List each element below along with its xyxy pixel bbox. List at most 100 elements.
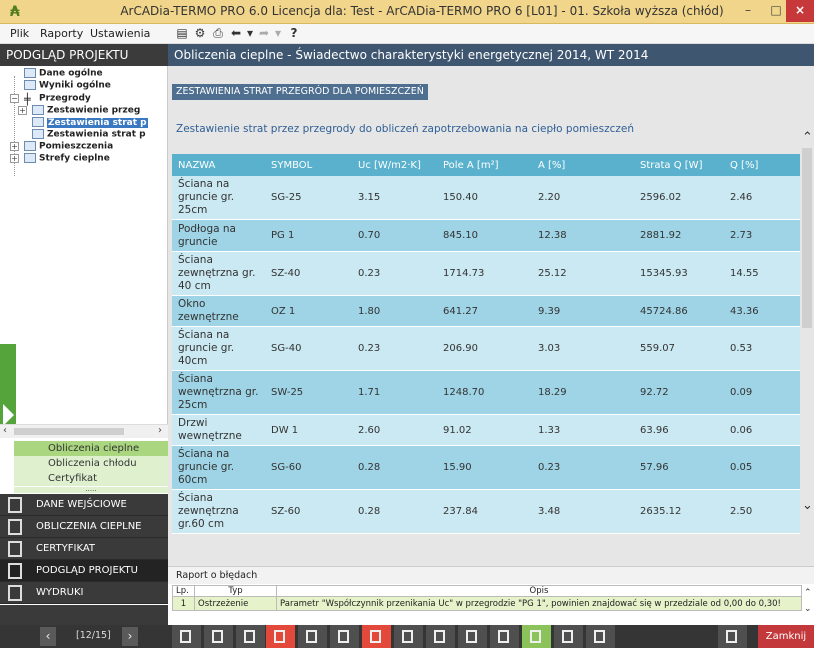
table-row[interactable]: Ściana na gruncie gr. 60cm SG-60 0.28 15.90… <box>172 445 800 490</box>
section-tag: ZESTAWIENIA STRAT PRZEGRÓD DLA POMIESZCZ… <box>172 84 428 100</box>
tree-item-dane-ogolne[interactable]: Dane ogólne <box>24 68 103 80</box>
error-row[interactable]: 1 Ostrzeżenie Parametr "Współczynnik prz… <box>172 596 802 611</box>
cell-q-percent: 43.36 <box>724 295 800 327</box>
table-row[interactable]: Ściana zewnętrzna gr.60 cm SZ-60 0.28 237.8… <box>172 489 800 534</box>
bottom-print-button[interactable] <box>718 625 747 648</box>
cell-pole: 150.40 <box>437 176 532 220</box>
col-header-uc[interactable]: Uc [W/m2·K] <box>352 154 437 176</box>
save-icon[interactable]: ▤ <box>174 26 190 40</box>
cell-nazwa: Drzwi wewnętrzne <box>172 414 265 446</box>
menu-ustawienia[interactable]: Ustawienia <box>90 27 150 40</box>
cell-pole: 91.02 <box>437 414 532 446</box>
expand-icon[interactable]: + <box>18 106 27 115</box>
scroll-right-icon[interactable]: › <box>158 425 162 436</box>
preview-doc-icon <box>562 630 573 643</box>
bottom-input-doc-button-3[interactable] <box>236 625 265 648</box>
table-row[interactable]: Drzwi wewnętrzne DW 1 2.60 91.02 1.33 63.96 0.… <box>172 414 800 446</box>
menu-plik[interactable]: Plik <box>10 27 29 40</box>
settings-icon[interactable]: ⚙ <box>192 26 208 40</box>
cell-nazwa: Ściana na gruncie gr. 25cm <box>172 176 265 220</box>
tree-item-zestawienie-przegrod[interactable]: Zestawienie przeg <box>32 105 140 117</box>
collapse-icon[interactable]: − <box>10 94 19 103</box>
input-doc-icon <box>8 497 22 513</box>
bottom-input-doc-button[interactable] <box>172 625 201 648</box>
tree-item-przegrody[interactable]: ╪ Przegrody <box>24 93 91 106</box>
err-col-lp: Lp. <box>172 585 195 597</box>
cell-a-percent: 25.12 <box>532 251 634 296</box>
menu-bar: Plik Raporty Ustawienia ▤ ⚙ ⎙ ⬅ ▾ ➦ ▾ ? <box>0 24 814 44</box>
subnav-certyfikat[interactable]: Certyfikat <box>14 471 168 486</box>
bottom-cert-button-3[interactable] <box>458 625 487 648</box>
expand-panel-tab[interactable] <box>0 344 16 436</box>
nav-certyfikat[interactable]: CERTYFIKAT <box>0 538 168 560</box>
losses-table: NAZWA SYMBOL Uc [W/m2·K] Pole A [m²] A [… <box>172 154 800 534</box>
bottom-cert-button[interactable] <box>394 625 423 648</box>
tree-item-strefy-cieplne[interactable]: Strefy cieplne <box>24 153 110 165</box>
table-row[interactable]: Okno zewnętrzne OZ 1 1.80 641.27 9.39 45724.8… <box>172 295 800 327</box>
cell-strata: 92.72 <box>634 370 724 415</box>
col-header-a-percent[interactable]: A [%] <box>532 154 634 176</box>
bottom-calc-button-2[interactable] <box>298 625 327 648</box>
error-scroll-up-icon[interactable]: ⌃ <box>804 588 812 598</box>
printer-icon <box>726 630 737 643</box>
tree-item-pomieszczenia[interactable]: Pomieszczenia <box>24 141 113 153</box>
tree-item-zestawienia-strat-1[interactable]: Zestawienia strat p <box>32 117 148 129</box>
close-window-button[interactable]: × <box>786 0 814 22</box>
bottom-preview-button-3[interactable] <box>586 625 615 648</box>
table-row[interactable]: Ściana na gruncie gr. 40cm SG-40 0.23 206.9… <box>172 326 800 371</box>
menu-raporty[interactable]: Raporty <box>40 27 83 40</box>
cell-nazwa: Ściana na gruncie gr. 40cm <box>172 326 265 371</box>
cell-q-percent: 14.55 <box>724 251 800 296</box>
help-icon[interactable]: ? <box>286 26 302 40</box>
bottom-preview-button-active[interactable] <box>522 625 551 648</box>
table-row[interactable]: Ściana na gruncie gr. 25cm SG-25 3.15 150.4… <box>172 176 800 220</box>
close-button[interactable]: Zamknij <box>758 625 814 648</box>
table-row[interactable]: Podłoga na gruncie PG 1 0.70 845.10 12.38 288… <box>172 219 800 252</box>
bottom-preview-button-2[interactable] <box>554 625 583 648</box>
scroll-thumb[interactable] <box>14 428 124 435</box>
subnav-obliczenia-chlodu[interactable]: Obliczenia chłodu <box>14 456 168 471</box>
tree-item-wyniki-ogolne[interactable]: Wyniki ogólne <box>24 80 111 92</box>
vertical-scroll-thumb[interactable] <box>802 148 812 328</box>
nav-obliczenia-cieplne[interactable]: OBLICZENIA CIEPLNE <box>0 516 168 538</box>
bottom-calc-button-active[interactable] <box>266 625 295 648</box>
redo-dropdown-icon[interactable]: ▾ <box>270 26 286 40</box>
error-report-title: Raport o błędach <box>168 566 814 584</box>
scroll-down-icon[interactable]: ⌄ <box>802 498 813 513</box>
nav-dane-wejsciowe[interactable]: DANE WEJŚCIOWE <box>0 494 168 516</box>
room-icon <box>24 141 36 151</box>
bottom-cert-button-4[interactable] <box>490 625 519 648</box>
table-row[interactable]: Ściana zewnętrzna gr. 40 cm SZ-40 0.23 1714… <box>172 251 800 296</box>
cell-strata: 15345.93 <box>634 251 724 296</box>
col-header-strata[interactable]: Strata Q [W] <box>634 154 724 176</box>
subnav-more[interactable]: ..... <box>14 486 168 493</box>
table-row[interactable]: Ściana wewnętrzna gr. 25cm SW-25 1.71 1248.… <box>172 370 800 415</box>
bottom-input-doc-button-2[interactable] <box>204 625 233 648</box>
cell-pole: 15.90 <box>437 445 532 490</box>
col-header-symbol[interactable]: SYMBOL <box>265 154 352 176</box>
tree-horizontal-scrollbar[interactable]: ‹ › <box>0 424 168 438</box>
prev-page-button[interactable]: ‹ <box>40 627 56 646</box>
cell-a-percent: 12.38 <box>532 219 634 252</box>
error-scroll-down-icon[interactable]: ⌄ <box>804 604 812 614</box>
bottom-calc-button-3[interactable] <box>330 625 359 648</box>
expand-icon[interactable]: + <box>10 142 19 151</box>
project-tree: Dane ogólne Wyniki ogólne − ╪ Przegrody +… <box>0 66 168 436</box>
scroll-up-icon[interactable]: ⌃ <box>802 130 813 145</box>
expand-icon[interactable]: + <box>10 154 19 163</box>
next-page-button[interactable]: › <box>122 627 138 646</box>
nav-wydruki[interactable]: WYDRUKI <box>0 582 168 604</box>
bottom-cert-button-2[interactable] <box>426 625 455 648</box>
preview-icon[interactable]: ⎙ <box>210 26 226 41</box>
col-header-q-percent[interactable]: Q [%] <box>724 154 800 176</box>
printer-icon <box>8 585 22 601</box>
tree-item-zestawienia-strat-2[interactable]: Zestawienia strat p <box>32 129 146 141</box>
minimize-button[interactable]: – <box>734 0 762 22</box>
scroll-left-icon[interactable]: ‹ <box>3 425 7 436</box>
cell-q-percent: 0.05 <box>724 445 800 490</box>
nav-podglad-projektu[interactable]: PODGLĄD PROJEKTU <box>0 560 168 582</box>
col-header-nazwa[interactable]: NAZWA <box>172 154 265 176</box>
bottom-calc-button-4[interactable] <box>362 625 391 648</box>
col-header-pole[interactable]: Pole A [m²] <box>437 154 532 176</box>
subnav-obliczenia-cieplne[interactable]: Obliczenia cieplne <box>14 441 168 456</box>
